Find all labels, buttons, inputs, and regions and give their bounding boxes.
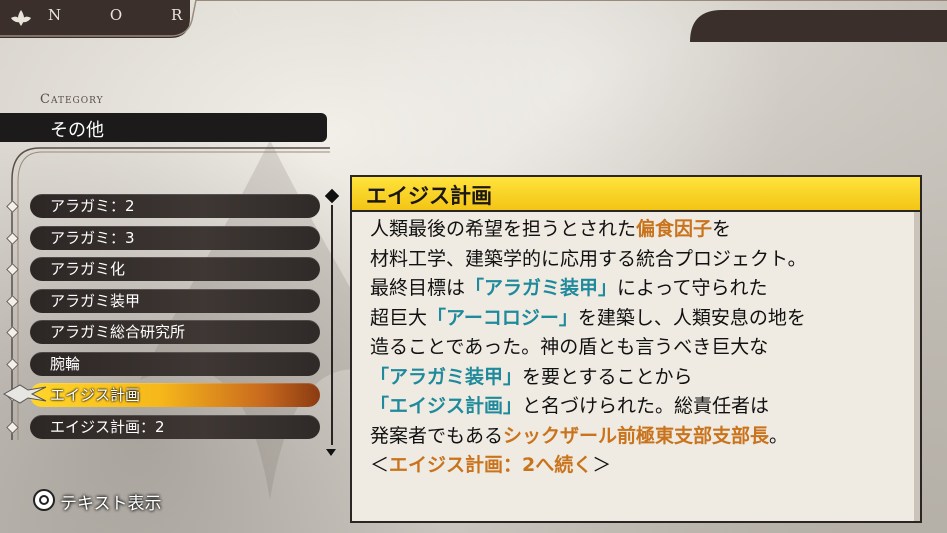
detail-text-segment: と名づけられた。総責任者は xyxy=(522,395,770,417)
text-display-prompt[interactable]: テキスト表示 xyxy=(60,489,162,514)
detail-line: 発案者でもあるシックザール前極東支部支部長。 xyxy=(370,422,910,452)
detail-text-segment: 人類最後の希望を担うとされた xyxy=(370,218,637,240)
category-value[interactable]: その他 xyxy=(50,116,104,142)
detail-line: 最終目標は「アラガミ装甲」によって守られた xyxy=(370,274,910,304)
keyword-link[interactable]: 「アラガミ装甲」 xyxy=(370,366,522,388)
app-title: N O R N xyxy=(48,6,267,24)
detail-line: ＜エイジス計画：2へ続く＞ xyxy=(370,451,910,481)
detail-text-segment: を要とすることから xyxy=(522,365,693,388)
list-item[interactable]: アラガミ総合研究所 xyxy=(30,320,320,344)
keyword-link[interactable]: 偏食因子 xyxy=(636,218,712,240)
detail-text: 人類最後の希望を担うとされた偏食因子を 材料工学、建築学的に応用する統合プロジェク… xyxy=(370,215,910,481)
keyword-link[interactable]: 「エイジス計画」 xyxy=(370,395,522,417)
list-item[interactable]: アラガミ：3 xyxy=(30,226,320,250)
category-label: Category xyxy=(40,92,104,107)
detail-line: 造ることであった。神の盾とも言うべき巨大な xyxy=(370,333,910,363)
detail-title: エイジス計画 xyxy=(366,184,492,208)
list-item[interactable]: エイジス計画 xyxy=(30,383,320,407)
list-item[interactable]: 腕輪 xyxy=(30,352,320,376)
circle-button-icon[interactable] xyxy=(33,489,55,511)
detail-header: エイジス計画 xyxy=(352,177,920,212)
detail-text-segment: 発案者でもある xyxy=(370,424,504,447)
list-item[interactable]: アラガミ化 xyxy=(30,257,320,281)
detail-text-segment: 造ることであった。神の盾とも言うべき巨大な xyxy=(370,336,769,358)
detail-text-segment: 。 xyxy=(769,424,789,447)
keyword-link[interactable]: 「アラガミ装甲」 xyxy=(465,277,617,299)
detail-text-segment: によって守られた xyxy=(617,277,768,299)
detail-line: 人類最後の希望を担うとされた偏食因子を xyxy=(370,215,910,245)
list-item[interactable]: アラガミ：2 xyxy=(30,194,320,218)
leaf-icon xyxy=(11,10,31,26)
detail-line: 「エイジス計画」と名づけられた。総責任者は xyxy=(370,392,910,422)
detail-text-segment: ＜ xyxy=(370,454,390,476)
detail-text-segment: を xyxy=(712,218,732,240)
detail-text-segment: 超巨大 xyxy=(370,306,428,329)
detail-panel: エイジス計画 人類最後の希望を担うとされた偏食因子を 材料工学、建築学的に応用する… xyxy=(350,175,922,523)
detail-line: 超巨大「アーコロジー」を建築し、人類安息の地を xyxy=(370,304,910,334)
keyword-link[interactable]: 「アーコロジー」 xyxy=(427,307,578,329)
list-scrollbar[interactable] xyxy=(331,205,333,445)
detail-text-segment: ＞ xyxy=(592,454,612,476)
detail-line: 材料工学、建築学的に応用する統合プロジェクト。 xyxy=(370,245,910,275)
detail-line: 「アラガミ装甲」を要とすることから xyxy=(370,363,910,393)
detail-text-segment: を建築し、人類安息の地を xyxy=(577,306,806,329)
detail-text-segment: 材料工学、建築学的に応用する統合プロジェクト。 xyxy=(370,247,807,270)
keyword-link[interactable]: シックザール前極東支部支部長 xyxy=(503,425,769,447)
detail-text-segment: 最終目標は xyxy=(370,277,466,299)
list-item[interactable]: エイジス計画：2 xyxy=(30,415,320,439)
detail-scrollbar[interactable] xyxy=(914,212,920,521)
list-item[interactable]: アラガミ装甲 xyxy=(30,289,320,313)
keyword-link[interactable]: エイジス計画：2へ続く xyxy=(389,454,592,476)
selection-cursor-icon xyxy=(2,384,47,404)
scroll-down-icon[interactable] xyxy=(325,446,337,458)
